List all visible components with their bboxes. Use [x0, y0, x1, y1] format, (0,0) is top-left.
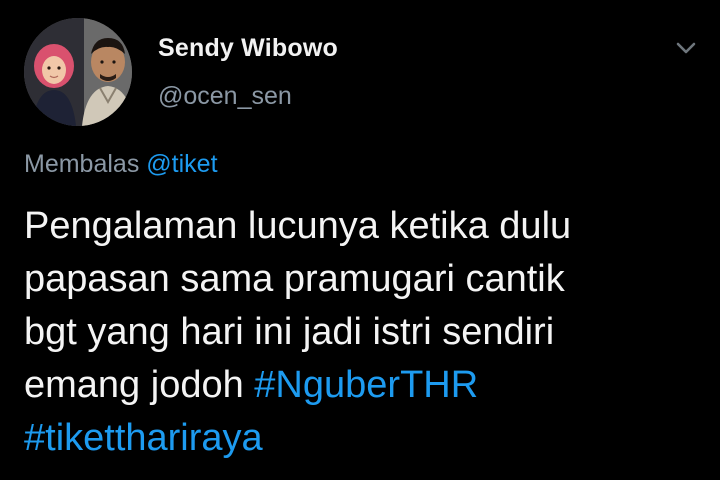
tweet-text-line-hashtag: #tiketthariraya	[24, 412, 704, 465]
author-display-name[interactable]: Sendy Wibowo	[158, 34, 338, 63]
reply-prefix: Membalas	[24, 150, 140, 178]
chevron-down-icon	[676, 42, 696, 54]
tweet-text-line: Pengalaman lucunya ketika dulu	[24, 205, 572, 247]
hashtag-link[interactable]: #NguberTHR	[254, 364, 478, 406]
reply-context: Membalas @tiket	[24, 150, 218, 179]
tweet: Sendy Wibowo @ocen_sen Membalas @tiket P…	[0, 0, 720, 480]
reply-mention-link[interactable]: @tiket	[146, 150, 217, 178]
tweet-text-line: bgt yang hari ini jadi istri sendiri	[24, 311, 555, 353]
tweet-text-line-with-hashtag: emang jodoh #NguberTHR	[24, 359, 704, 412]
tweet-text-fragment: emang jodoh	[24, 364, 255, 406]
hashtag-link[interactable]: #tiketthariraya	[24, 417, 263, 459]
avatar[interactable]	[24, 18, 132, 126]
tweet-text-line: papasan sama pramugari cantik	[24, 258, 565, 300]
author-handle[interactable]: @ocen_sen	[158, 82, 292, 111]
tweet-menu-button[interactable]	[672, 34, 700, 62]
profile-photo	[24, 18, 132, 126]
tweet-text: Pengalaman lucunya ketika dulu papasan s…	[24, 200, 704, 465]
